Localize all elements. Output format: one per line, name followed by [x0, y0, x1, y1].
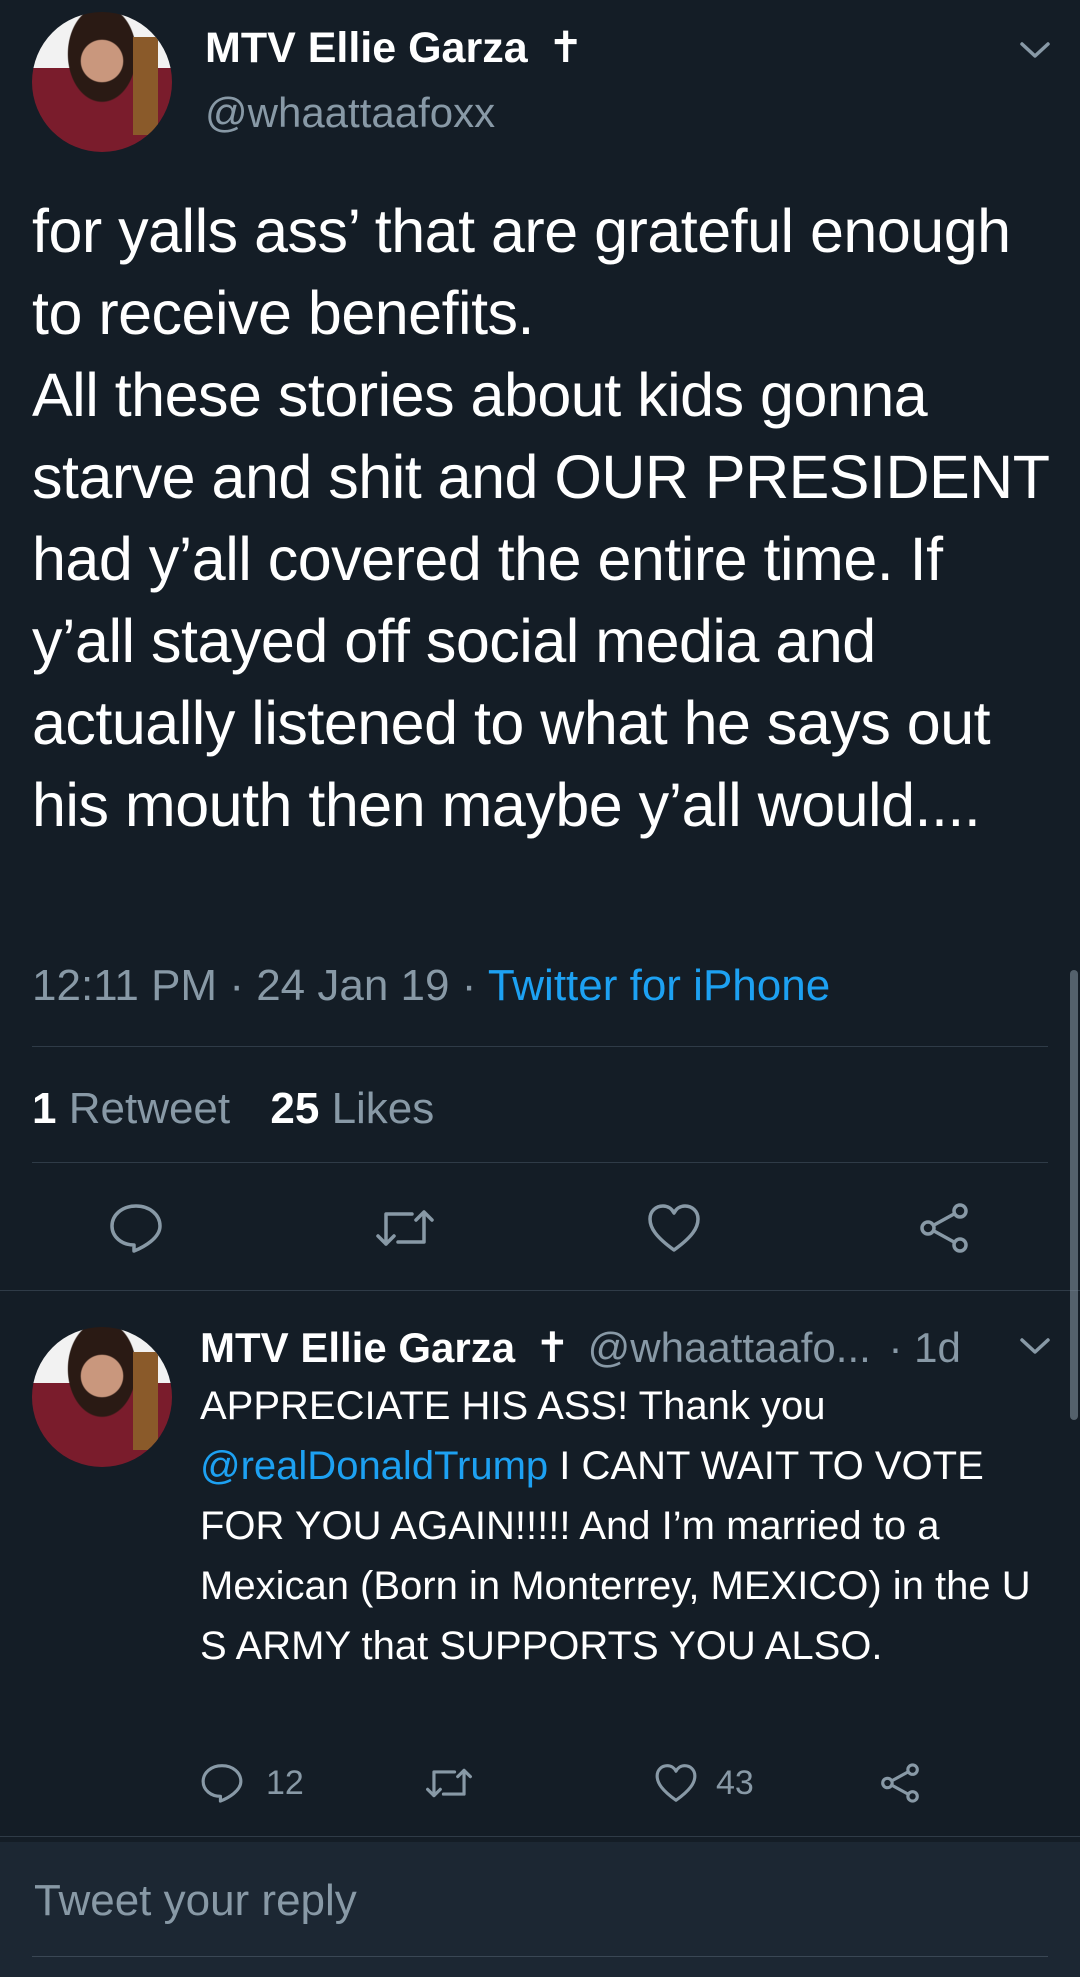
like-label: Likes [331, 1084, 435, 1133]
cross-icon: ✝ [547, 24, 584, 72]
likes-stat[interactable]: 25 Likes [270, 1084, 434, 1133]
reply-text: APPRECIATE HIS ASS! Thank you @realDonal… [200, 1376, 1045, 1676]
separator: · [229, 961, 257, 1010]
divider [32, 1162, 1048, 1163]
handle[interactable]: @whaattaafoxx [205, 88, 495, 138]
tweet-text: for yalls ass’ that are grateful enough … [32, 197, 1049, 839]
heart-icon [654, 1762, 698, 1804]
avatar[interactable] [32, 12, 172, 152]
reply-handle[interactable]: @whaattaafo... [588, 1324, 871, 1371]
reply-icon [200, 1762, 244, 1804]
input-underline [32, 1956, 1048, 1957]
reply-composer-bar [0, 1842, 1080, 1977]
reply-text-before: APPRECIATE HIS ASS! Thank you [200, 1384, 826, 1428]
divider [0, 1836, 1080, 1837]
divider [32, 1046, 1048, 1047]
reply-display-name[interactable]: MTV Ellie Garza [200, 1324, 515, 1371]
mention-link[interactable]: @realDonaldTrump [200, 1444, 548, 1488]
tweet-time: 12:11 PM [32, 961, 218, 1010]
separator: · [461, 961, 488, 1010]
retweets-stat[interactable]: 1 Retweet [32, 1084, 242, 1133]
reply-icon[interactable] [108, 1202, 164, 1254]
tweet-source-link[interactable]: Twitter for iPhone [488, 961, 830, 1010]
reply-avatar[interactable] [32, 1327, 172, 1467]
chevron-down-icon[interactable] [1018, 38, 1052, 62]
retweet-icon[interactable] [424, 1764, 474, 1802]
retweet-icon[interactable] [374, 1204, 436, 1252]
cross-icon: ✝ [534, 1324, 570, 1371]
display-name-text: MTV Ellie Garza [205, 24, 528, 72]
retweet-count: 1 [32, 1084, 57, 1133]
tweet-meta: 12:11 PM · 24 Jan 19 · Twitter for iPhon… [32, 960, 830, 1012]
tweet-stats: 1 Retweet 25 Likes [32, 1083, 434, 1135]
retweet-label: Retweet [68, 1084, 231, 1133]
reply-reply-action[interactable]: 12 [200, 1762, 304, 1804]
reply-count: 12 [266, 1763, 304, 1802]
reply-header: MTV Ellie Garza ✝ @whaattaafo... · 1d [200, 1322, 961, 1374]
tweet-date: 24 Jan 19 [256, 961, 450, 1010]
like-count: 43 [716, 1763, 754, 1802]
divider [0, 1290, 1080, 1291]
heart-icon[interactable] [646, 1202, 702, 1254]
share-icon[interactable] [916, 1202, 972, 1254]
display-name[interactable]: MTV Ellie Garza ✝ [205, 22, 584, 74]
like-count: 25 [270, 1084, 320, 1133]
scrollbar[interactable] [1070, 970, 1078, 1420]
reply-chevron-down-icon[interactable] [1018, 1334, 1052, 1358]
share-icon[interactable] [878, 1762, 922, 1804]
reply-like-action[interactable]: 43 [654, 1762, 754, 1804]
reply-input[interactable] [32, 1870, 1036, 1932]
reply-age: · 1d [888, 1324, 961, 1371]
